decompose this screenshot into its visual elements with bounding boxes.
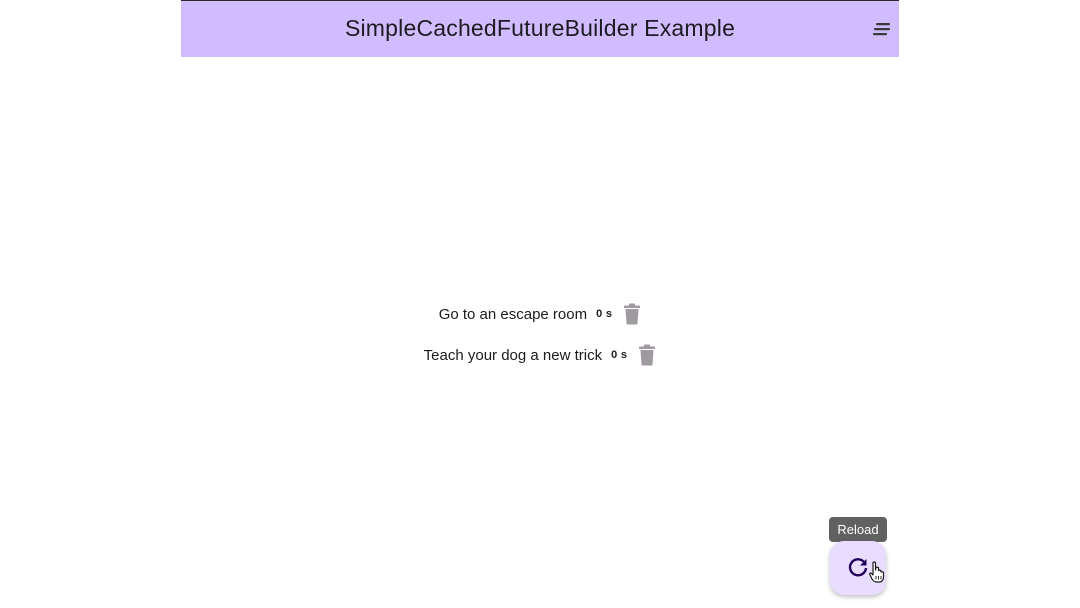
reload-tooltip: Reload — [829, 517, 887, 542]
list-item-time: 0 s — [596, 308, 613, 320]
hand-cursor-icon — [869, 561, 885, 583]
list-item-label: Teach your dog a new trick — [423, 346, 603, 364]
todo-list: Go to an escape room 0 s Teach your dog … — [181, 300, 899, 382]
list-item: Teach your dog a new trick 0 s — [181, 341, 899, 369]
trash-icon[interactable] — [623, 303, 641, 325]
app-title: SimpleCachedFutureBuilder Example — [344, 15, 736, 41]
list-item-time: 0 s — [611, 349, 628, 361]
list-item: Go to an escape room 0 s — [181, 300, 899, 328]
refresh-icon — [848, 558, 868, 577]
list-item-label: Go to an escape room — [438, 305, 588, 323]
menu-lines-icon[interactable] — [873, 21, 891, 37]
app-window: SimpleCachedFutureBuilder Example Go to … — [181, 0, 899, 608]
trash-icon[interactable] — [638, 344, 656, 366]
app-bar: SimpleCachedFutureBuilder Example — [181, 0, 899, 57]
